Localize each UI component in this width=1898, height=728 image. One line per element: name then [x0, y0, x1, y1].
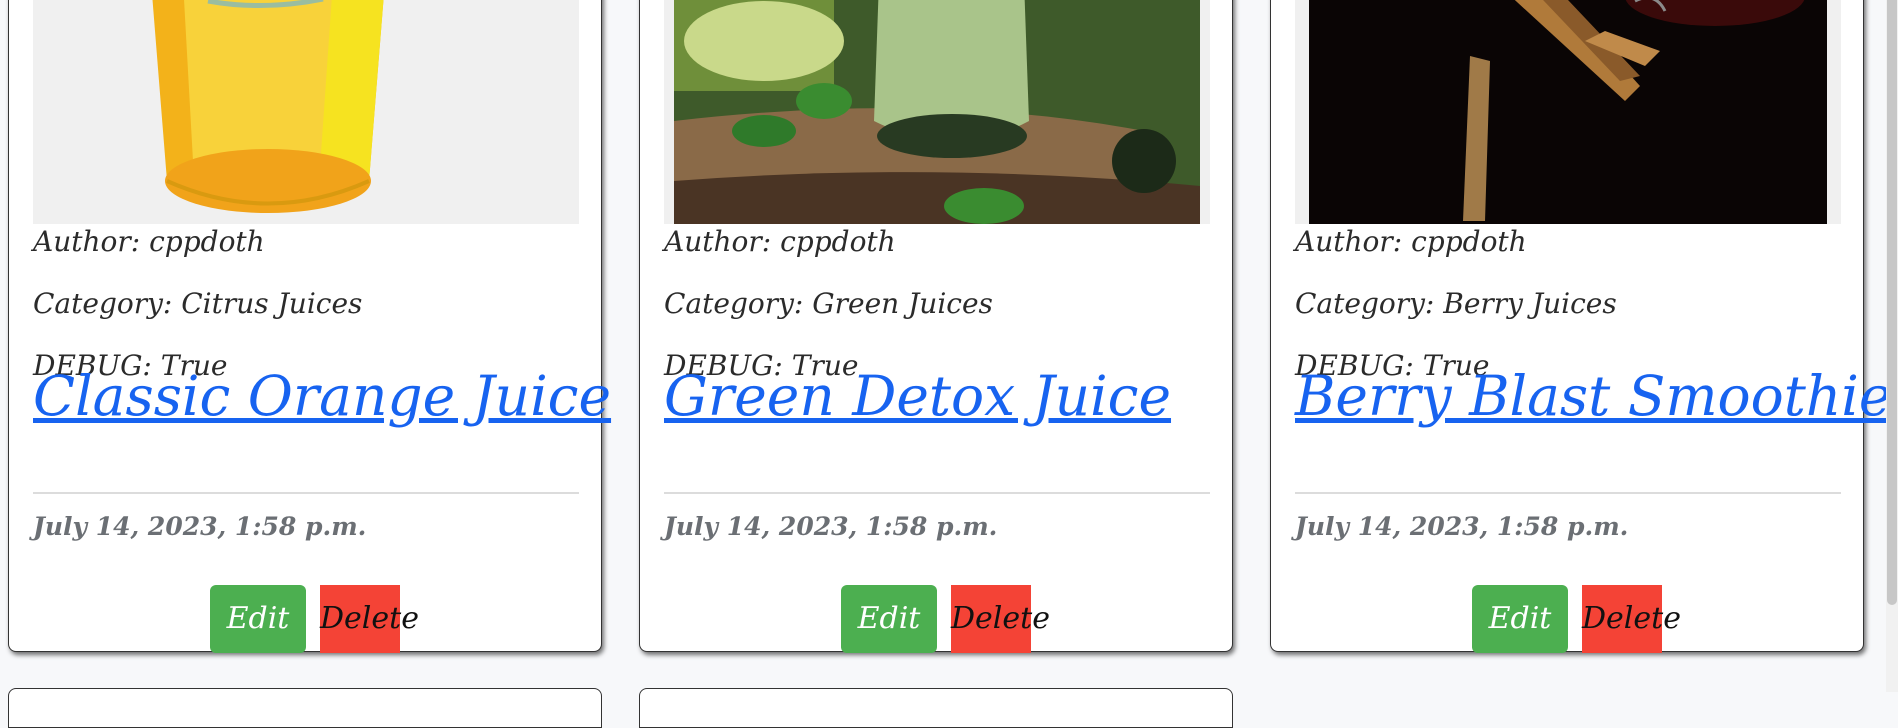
scrollbar-thumb[interactable] — [1887, 0, 1897, 605]
delete-button[interactable]: Delete — [1582, 585, 1681, 653]
delete-button[interactable]: Delete — [951, 585, 1050, 653]
recipe-card-partial — [8, 688, 602, 728]
post-date: July 14, 2023, 1:58 p.m. — [664, 512, 998, 541]
author-label: Author: cppdoth — [664, 225, 896, 258]
recipe-card: Author: cppdoth Category: Berry Juices D… — [1270, 0, 1891, 653]
recipe-image — [33, 0, 579, 224]
post-date: July 14, 2023, 1:58 p.m. — [1295, 512, 1629, 541]
category-label: Category: Berry Juices — [1295, 287, 1617, 320]
recipe-title-link[interactable]: Berry Blast Smoothie — [1295, 364, 1891, 428]
author-label: Author: cppdoth — [33, 225, 265, 258]
edit-button[interactable]: Edit — [1472, 585, 1568, 653]
card-actions: Edit Delete — [9, 585, 601, 653]
recipe-card: Author: cppdoth Category: Green Juices D… — [639, 0, 1233, 653]
divider — [33, 492, 579, 494]
edit-button[interactable]: Edit — [210, 585, 306, 653]
card-actions: Edit Delete — [640, 585, 1232, 653]
divider — [1295, 492, 1841, 494]
recipe-title-link[interactable]: Green Detox Juice — [664, 364, 1171, 428]
recipe-image — [1295, 0, 1841, 224]
recipe-card: Author: cppdoth Category: Citrus Juices … — [8, 0, 611, 653]
author-label: Author: cppdoth — [1295, 225, 1527, 258]
card-actions: Edit Delete — [1271, 585, 1863, 653]
scrollbar[interactable] — [1886, 0, 1898, 692]
recipe-title-link[interactable]: Classic Orange Juice — [33, 364, 611, 428]
divider — [664, 492, 1210, 494]
delete-button[interactable]: Delete — [320, 585, 419, 653]
recipe-card-partial — [639, 688, 1233, 728]
category-label: Category: Citrus Juices — [33, 287, 363, 320]
edit-button[interactable]: Edit — [841, 585, 937, 653]
post-date: July 14, 2023, 1:58 p.m. — [33, 512, 367, 541]
recipe-image — [664, 0, 1210, 224]
category-label: Category: Green Juices — [664, 287, 993, 320]
